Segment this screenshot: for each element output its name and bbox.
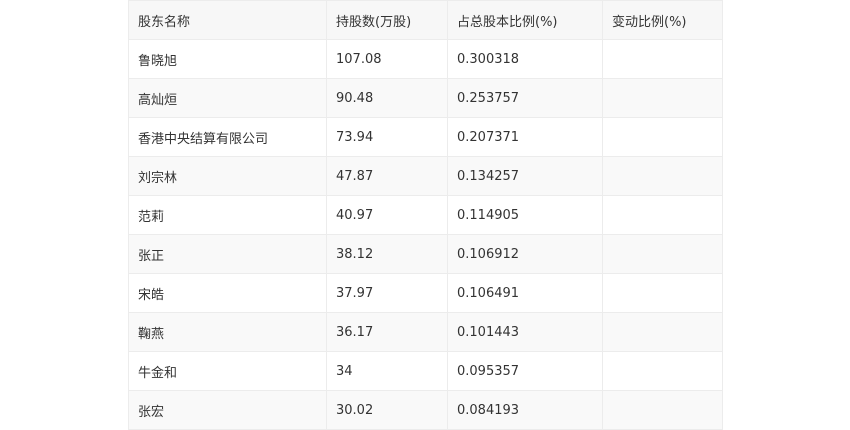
table-row: 张宏 30.02 0.084193 <box>128 390 723 430</box>
cell-shareholder-name: 香港中央结算有限公司 <box>128 117 327 157</box>
table-row: 刘宗林 47.87 0.134257 <box>128 156 723 196</box>
cell-change-ratio <box>602 312 723 352</box>
cell-shares-held: 107.08 <box>326 39 448 79</box>
table-row: 范莉 40.97 0.114905 <box>128 195 723 235</box>
cell-change-ratio <box>602 390 723 430</box>
header-shareholder-name: 股东名称 <box>128 0 327 40</box>
cell-share-ratio: 0.253757 <box>447 78 603 118</box>
cell-share-ratio: 0.134257 <box>447 156 603 196</box>
cell-shares-held: 34 <box>326 351 448 391</box>
table-header-row: 股东名称 持股数(万股) 占总股本比例(%) 变动比例(%) <box>128 0 723 40</box>
cell-change-ratio <box>602 351 723 391</box>
cell-share-ratio: 0.106491 <box>447 273 603 313</box>
table-row: 张正 38.12 0.106912 <box>128 234 723 274</box>
cell-share-ratio: 0.106912 <box>447 234 603 274</box>
table-row: 宋皓 37.97 0.106491 <box>128 273 723 313</box>
shareholder-table-container: 股东名称 持股数(万股) 占总股本比例(%) 变动比例(%) 鲁晓旭 107.08… <box>128 0 723 430</box>
cell-shareholder-name: 高灿烜 <box>128 78 327 118</box>
cell-share-ratio: 0.114905 <box>447 195 603 235</box>
cell-shareholder-name: 张正 <box>128 234 327 274</box>
shareholder-table: 股东名称 持股数(万股) 占总股本比例(%) 变动比例(%) 鲁晓旭 107.08… <box>128 0 723 430</box>
cell-shareholder-name: 宋皓 <box>128 273 327 313</box>
header-shares-held: 持股数(万股) <box>326 0 448 40</box>
cell-change-ratio <box>602 234 723 274</box>
header-share-ratio: 占总股本比例(%) <box>447 0 603 40</box>
header-change-ratio: 变动比例(%) <box>602 0 723 40</box>
cell-shares-held: 73.94 <box>326 117 448 157</box>
cell-shareholder-name: 张宏 <box>128 390 327 430</box>
cell-change-ratio <box>602 273 723 313</box>
cell-change-ratio <box>602 78 723 118</box>
table-row: 牛金和 34 0.095357 <box>128 351 723 391</box>
cell-shareholder-name: 刘宗林 <box>128 156 327 196</box>
table-row: 鞠燕 36.17 0.101443 <box>128 312 723 352</box>
cell-shareholder-name: 鞠燕 <box>128 312 327 352</box>
cell-change-ratio <box>602 39 723 79</box>
cell-share-ratio: 0.101443 <box>447 312 603 352</box>
cell-shares-held: 47.87 <box>326 156 448 196</box>
cell-share-ratio: 0.084193 <box>447 390 603 430</box>
cell-shares-held: 37.97 <box>326 273 448 313</box>
cell-shares-held: 38.12 <box>326 234 448 274</box>
cell-change-ratio <box>602 195 723 235</box>
cell-shares-held: 40.97 <box>326 195 448 235</box>
cell-share-ratio: 0.095357 <box>447 351 603 391</box>
cell-shares-held: 90.48 <box>326 78 448 118</box>
table-row: 鲁晓旭 107.08 0.300318 <box>128 39 723 79</box>
table-row: 香港中央结算有限公司 73.94 0.207371 <box>128 117 723 157</box>
table-row: 高灿烜 90.48 0.253757 <box>128 78 723 118</box>
cell-change-ratio <box>602 156 723 196</box>
cell-share-ratio: 0.207371 <box>447 117 603 157</box>
cell-shareholder-name: 鲁晓旭 <box>128 39 327 79</box>
cell-change-ratio <box>602 117 723 157</box>
cell-shareholder-name: 牛金和 <box>128 351 327 391</box>
cell-share-ratio: 0.300318 <box>447 39 603 79</box>
cell-shares-held: 30.02 <box>326 390 448 430</box>
cell-shares-held: 36.17 <box>326 312 448 352</box>
cell-shareholder-name: 范莉 <box>128 195 327 235</box>
